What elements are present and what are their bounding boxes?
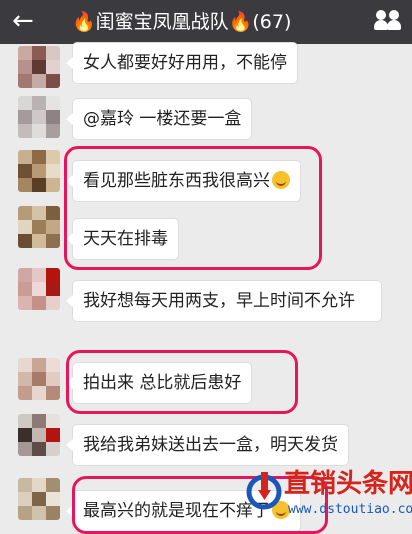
- back-arrow-icon[interactable]: ←: [12, 6, 34, 36]
- message-bubble: @嘉玲 一楼还要一盒: [65, 98, 253, 140]
- watermark-logo-icon: [246, 472, 282, 510]
- avatar[interactable]: [18, 268, 60, 310]
- flame-icon: 🔥: [228, 11, 253, 33]
- group-name: 闺蜜宝凤凰战队: [95, 11, 229, 33]
- flame-icon: 🔥: [72, 11, 96, 33]
- avatar[interactable]: [18, 96, 60, 138]
- message-text: 女人都要好好用用，不能停: [83, 53, 287, 73]
- avatar[interactable]: [18, 478, 60, 520]
- avatar[interactable]: [18, 414, 60, 456]
- member-count: (67): [252, 11, 292, 33]
- highlight-frame: [64, 146, 322, 270]
- avatar[interactable]: [18, 358, 60, 400]
- chat-title: 🔥闺蜜宝凤凰战队🔥(67): [72, 10, 291, 34]
- watermark-name: 直销头条网: [284, 469, 412, 499]
- message-text: @嘉玲 一楼还要一盒: [83, 109, 242, 129]
- avatar[interactable]: [18, 206, 60, 248]
- group-members-icon[interactable]: [374, 8, 402, 34]
- message-bubble: 我给我弟妹送出去一盒，明天发货: [66, 424, 349, 466]
- avatar[interactable]: [18, 150, 60, 192]
- highlight-frame: [66, 350, 298, 414]
- message-text: 我好想每天用两支，早上时间不允许: [83, 291, 355, 311]
- message-bubble: 我好想每天用两支，早上时间不允许: [66, 280, 382, 322]
- chat-header: ← 🔥闺蜜宝凤凰战队🔥(67): [0, 0, 412, 44]
- avatar[interactable]: [18, 46, 60, 88]
- watermark: 直销头条网 www.dstoutiao.com: [244, 468, 412, 530]
- watermark-url: www.dstoutiao.com: [288, 502, 412, 517]
- message-text: 我给我弟妹送出去一盒，明天发货: [83, 435, 338, 455]
- message-bubble: 女人都要好好用用，不能停: [66, 42, 298, 84]
